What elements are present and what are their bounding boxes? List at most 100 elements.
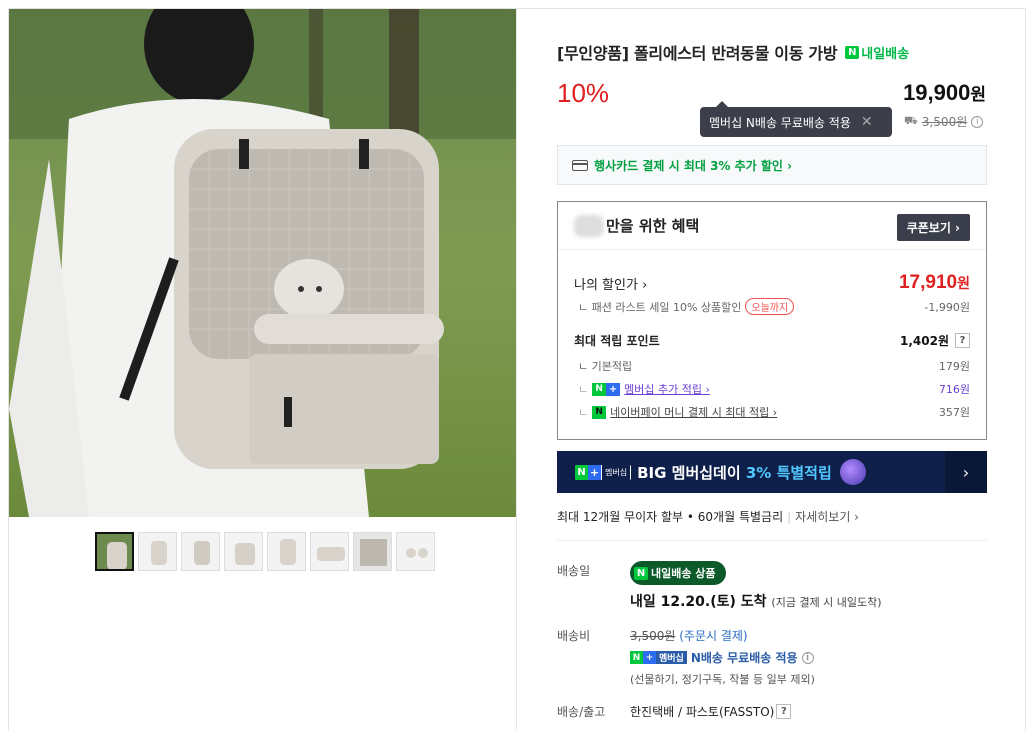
naver-n-icon: N [845,45,860,59]
delivery-date-label: 배송일 [557,564,591,578]
base-points-value: 179원 [938,360,970,373]
sale-label: ㄴ 패션 라스트 세일 10% 상품할인 [578,301,742,314]
my-price-value: 17,910 [898,272,958,293]
naver-n-icon: N [630,651,643,664]
my-price-unit: 원 [957,275,970,291]
points-value: 1,402원 [900,334,949,348]
member-points-row: ㄴ N + 멤버십 추가 적립 › 716원 [574,381,970,397]
member-points-label-wrap: ㄴ N + 멤버십 추가 적립 › [578,381,710,397]
sale-label-wrap: ㄴ 패션 라스트 세일 10% 상품할인 오늘까지 [574,298,795,315]
shipping-exclusions: (선물하기, 정기구독, 작불 등 일부 제외) [630,673,815,686]
credit-card-icon [572,159,588,171]
member-points-value: 716원 [938,383,970,396]
plus-icon: + [606,382,621,396]
sale-row: ㄴ 패션 라스트 세일 10% 상품할인 오늘까지 -1,990원 [574,298,970,315]
my-price-row: 나의 할인가 › 17,910원 [574,272,970,294]
shipping-fee-note: (주문시 결제) [679,629,748,643]
tomorrow-delivery-badge: N 내일배송 [845,43,909,62]
shipping-fee-original: 3,500원 [630,629,676,643]
today-only-pill: 오늘까지 [745,298,795,315]
coupon-view-button[interactable]: 쿠폰보기 › [896,214,970,241]
npay-points-row: ㄴ N 네이버페이 머니 결제 시 최대 적립 › 357원 [574,404,970,420]
sale-price-value: 19,900 [903,80,971,105]
naver-n-icon: N [634,566,648,580]
column-divider [516,8,517,731]
member-points-label[interactable]: 멤버십 추가 적립 › [624,381,710,397]
card-promo-box[interactable]: 행사카드 결제 시 최대 3% 추가 할인 › [557,145,987,185]
points-value-wrap: 1,402원? [900,332,970,349]
arrival-date: 내일 12.20.(토) 도착 [630,594,767,610]
original-price: ⛟ 3,500원 i [904,113,984,130]
info-circle-icon[interactable]: i [971,115,984,128]
member-free-text: N배송 무료배송 적용 [690,651,798,665]
base-points-label: ㄴ 기본적립 [578,360,633,373]
thumbnail-1[interactable] [95,532,134,571]
question-icon[interactable]: ? [955,333,970,348]
product-title: [무인양품] 폴리에스터 반려동물 이동 가방 [557,44,838,63]
benefit-header: 만을 위한 혜택 쿠폰보기 › [558,202,986,250]
section-divider [557,540,987,541]
arrival-note: (지금 결제 시 내일도착) [771,596,882,609]
shipping-fee-label: 배송비 [557,629,591,643]
discount-rate: 10% [557,78,610,108]
membership-badge-text: 멤버십 [601,464,632,480]
my-price: 17,910원 [899,272,970,294]
user-name-blurred [574,214,604,237]
banner-text: BIG 멤버십데이 3% 특별적립 [637,462,832,483]
installment-info: 최대 12개월 무이자 할부 • 60개월 특별금리 | 자세히보기 › [557,510,859,524]
npay-points-label[interactable]: 네이버페이 머니 결제 시 최대 적립 › [610,404,777,420]
card-promo-text: 행사카드 결제 시 최대 3% 추가 할인 › [594,158,793,173]
my-price-label[interactable]: 나의 할인가 › [574,274,647,293]
plus-icon: + [643,651,656,664]
member-free-shipping: N + 멤버십 N배송 무료배송 적용 i [630,649,814,666]
membership-badge: N + 멤버십 [630,651,687,664]
title-row: [무인양품] 폴리에스터 반려동물 이동 가방 N 내일배송 [557,40,909,64]
courier-info: 한진택배 / 파스토(FASSTO) ? [630,703,792,720]
plus-icon: + [588,464,601,480]
sale-price-unit: 원 [970,85,986,104]
chevron-right-icon[interactable]: › [945,451,987,493]
points-label: 최대 적립 포인트 [574,334,660,348]
shipping-fee: 3,500원 (주문시 결제) [630,627,748,644]
naver-n-icon: N [592,382,607,396]
naver-n-icon: N [575,464,588,480]
thumbnail-4[interactable] [224,532,263,571]
thumbnail-strip [95,532,435,571]
sale-value: -1,990원 [924,300,970,314]
tomorrow-delivery-label: 내일배송 [861,46,910,62]
tomorrow-delivery-pill-text: 내일배송 상품 [651,567,716,580]
courier-value: 한진택배 / 파스토(FASSTO) [630,705,775,719]
original-price-value: 3,500원 [921,115,968,129]
thumbnail-7[interactable] [353,532,392,571]
banner-text-prefix: BIG 멤버십데이 [637,463,746,482]
close-icon[interactable]: ✕ [861,114,873,130]
npay-points-value: 357원 [938,406,970,419]
gift-icon [839,459,866,485]
info-circle-icon[interactable]: i [801,651,814,664]
free-shipping-tooltip: 멤버십 N배송 무료배송 적용 ✕ [700,101,892,137]
banner-text-highlight: 3% 특별적립 [745,463,832,482]
npay-points-label-wrap: ㄴ N 네이버페이 머니 결제 시 최대 적립 › [578,404,778,420]
membership-day-banner[interactable]: N + 멤버십 BIG 멤버십데이 3% 특별적립 › [557,451,987,493]
benefit-box: 만을 위한 혜택 쿠폰보기 › 나의 할인가 › 17,910원 ㄴ 패션 라스… [557,201,987,440]
tooltip-text: 멤버십 N배송 무료배송 적용 [709,115,851,130]
thumbnail-3[interactable] [181,532,220,571]
question-icon[interactable]: ? [776,704,792,719]
arrival-info: 내일 12.20.(토) 도착 (지금 결제 시 내일도착) [630,591,882,611]
membership-badge-text: 멤버십 [656,651,687,664]
installment-more-link[interactable]: 자세히보기 › [795,510,859,524]
membership-badge: N + 멤버십 [575,464,632,480]
thumbnail-6[interactable] [310,532,349,571]
thumbnail-8[interactable] [396,532,435,571]
installment-text: 최대 12개월 무이자 할부 • 60개월 특별금리 [557,510,784,524]
sale-price: 19,900원 [903,80,986,106]
courier-label: 배송/출고 [557,705,606,719]
base-points-row: ㄴ 기본적립 179원 [574,358,970,374]
thumbnail-5[interactable] [267,532,306,571]
naver-pay-icon: N [592,405,607,419]
main-product-image[interactable] [9,9,516,517]
tomorrow-delivery-pill: N 내일배송 상품 [630,561,726,585]
points-row: 최대 적립 포인트 1,402원? [574,332,970,349]
delivery-truck-icon: ⛟ [904,114,918,127]
thumbnail-2[interactable] [138,532,177,571]
